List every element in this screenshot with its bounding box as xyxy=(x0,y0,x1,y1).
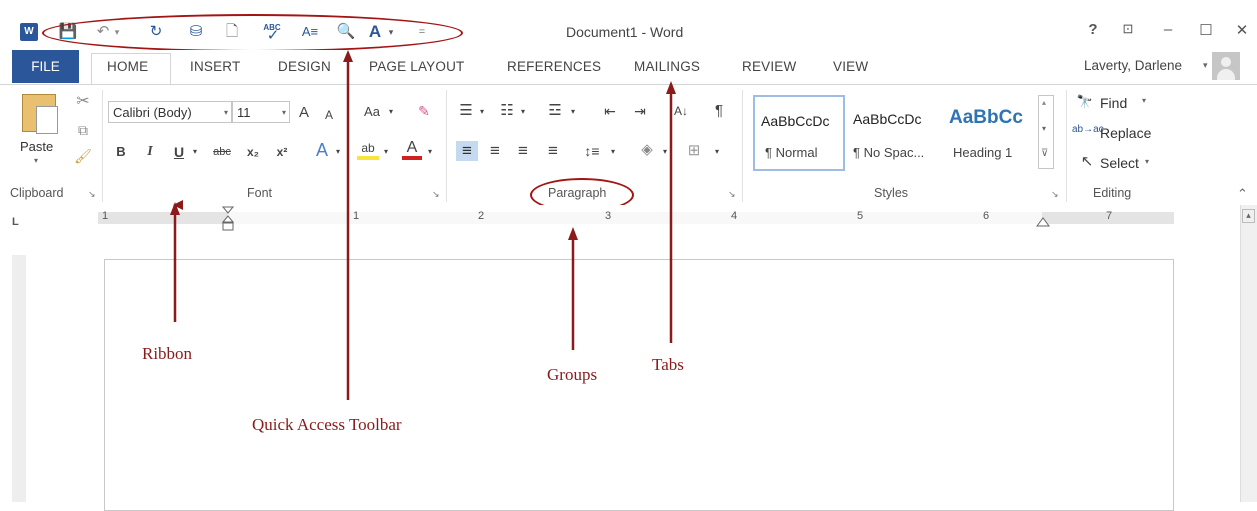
groups-arrowhead xyxy=(568,227,578,240)
tabs-arrowhead xyxy=(666,81,676,94)
tabs-annotation: Tabs xyxy=(652,355,684,374)
quick-access-arrowhead xyxy=(343,50,353,62)
quick-access-annotation: Quick Access Toolbar xyxy=(252,415,402,434)
ribbon-annotation: Ribbon xyxy=(142,344,193,363)
ribbon-arrowhead xyxy=(170,202,180,215)
annotation-arrows xyxy=(170,50,676,400)
groups-annotation: Groups xyxy=(547,365,598,384)
